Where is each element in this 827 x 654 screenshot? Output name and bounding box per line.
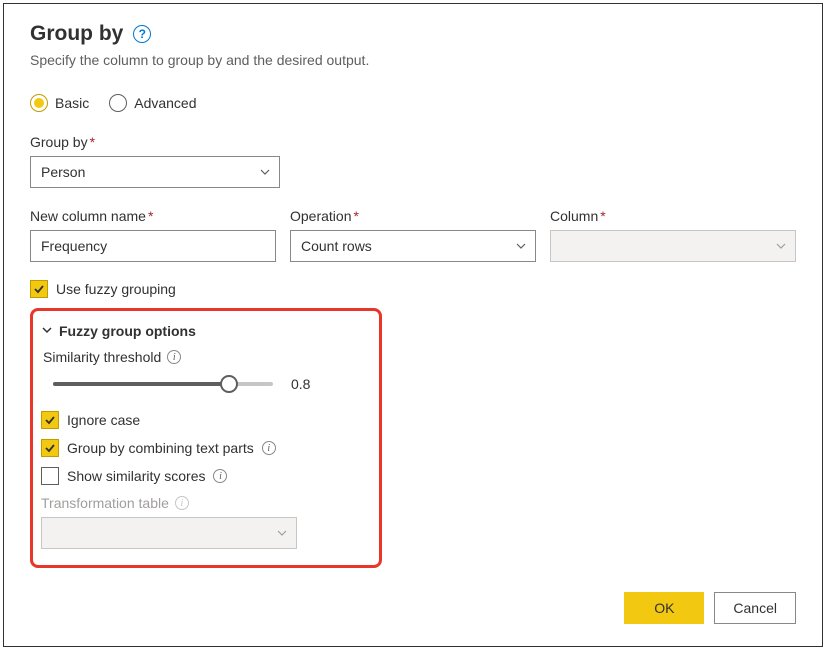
ignore-case-label: Ignore case bbox=[67, 412, 140, 428]
group-by-dialog: Group by ? Specify the column to group b… bbox=[3, 3, 823, 647]
dialog-header: Group by ? bbox=[30, 22, 796, 46]
fuzzy-options-header[interactable]: Fuzzy group options bbox=[41, 323, 367, 339]
dialog-description: Specify the column to group by and the d… bbox=[30, 52, 796, 68]
check-icon bbox=[44, 414, 56, 426]
show-scores-label: Show similarity scores bbox=[67, 468, 205, 484]
help-icon[interactable]: ? bbox=[133, 25, 151, 43]
operation-field: Operation* Count rows bbox=[290, 208, 536, 262]
similarity-threshold-label: Similarity threshold bbox=[43, 349, 161, 365]
chevron-down-icon bbox=[276, 527, 288, 539]
dialog-footer: OK Cancel bbox=[624, 592, 796, 624]
slider-thumb[interactable] bbox=[220, 375, 238, 393]
cancel-button-label: Cancel bbox=[733, 600, 777, 616]
info-icon[interactable]: i bbox=[213, 469, 227, 483]
slider-fill bbox=[53, 382, 229, 386]
cancel-button[interactable]: Cancel bbox=[714, 592, 796, 624]
transform-table-label: Transformation table bbox=[41, 495, 169, 511]
dialog-title: Group by bbox=[30, 22, 123, 46]
radio-basic-label: Basic bbox=[55, 95, 89, 111]
check-icon bbox=[33, 283, 45, 295]
new-column-label-text: New column name bbox=[30, 208, 146, 224]
operation-label: Operation* bbox=[290, 208, 536, 224]
show-scores-row: Show similarity scores i bbox=[41, 467, 367, 485]
required-asterisk: * bbox=[148, 208, 153, 224]
column-field: Column* bbox=[550, 208, 796, 262]
similarity-slider-row: 0.8 bbox=[53, 375, 367, 393]
show-scores-checkbox[interactable] bbox=[41, 467, 59, 485]
column-label: Column* bbox=[550, 208, 796, 224]
operation-label-text: Operation bbox=[290, 208, 351, 224]
radio-advanced-label: Advanced bbox=[134, 95, 196, 111]
aggregation-row: New column name* Frequency Operation* Co… bbox=[30, 208, 796, 262]
info-icon[interactable]: i bbox=[262, 441, 276, 455]
similarity-value: 0.8 bbox=[291, 376, 310, 392]
chevron-down-icon bbox=[259, 166, 271, 178]
radio-basic[interactable]: Basic bbox=[30, 94, 89, 112]
transform-table-label-row: Transformation table i bbox=[41, 495, 367, 511]
similarity-slider[interactable] bbox=[53, 375, 273, 393]
use-fuzzy-row: Use fuzzy grouping bbox=[30, 280, 796, 298]
new-column-input[interactable]: Frequency bbox=[30, 230, 276, 262]
transform-table-select bbox=[41, 517, 297, 549]
column-label-text: Column bbox=[550, 208, 598, 224]
fuzzy-options-title: Fuzzy group options bbox=[59, 323, 196, 339]
combine-text-checkbox[interactable] bbox=[41, 439, 59, 457]
fuzzy-options-highlight: Fuzzy group options Similarity threshold… bbox=[30, 308, 382, 568]
new-column-label: New column name* bbox=[30, 208, 276, 224]
required-asterisk: * bbox=[90, 134, 95, 150]
use-fuzzy-checkbox[interactable] bbox=[30, 280, 48, 298]
ignore-case-row: Ignore case bbox=[41, 411, 367, 429]
use-fuzzy-label: Use fuzzy grouping bbox=[56, 281, 176, 297]
chevron-down-icon bbox=[775, 240, 787, 252]
operation-select[interactable]: Count rows bbox=[290, 230, 536, 262]
radio-advanced[interactable]: Advanced bbox=[109, 94, 196, 112]
ok-button-label: OK bbox=[654, 600, 674, 616]
combine-text-row: Group by combining text parts i bbox=[41, 439, 367, 457]
radio-dot-icon bbox=[30, 94, 48, 112]
chevron-down-icon bbox=[515, 240, 527, 252]
info-icon[interactable]: i bbox=[167, 350, 181, 364]
info-icon: i bbox=[175, 496, 189, 510]
similarity-threshold-label-row: Similarity threshold i bbox=[43, 349, 367, 365]
new-column-value: Frequency bbox=[41, 238, 107, 254]
group-by-select[interactable]: Person bbox=[30, 156, 280, 188]
ignore-case-checkbox[interactable] bbox=[41, 411, 59, 429]
group-by-label: Group by* bbox=[30, 134, 280, 150]
radio-dot-icon bbox=[109, 94, 127, 112]
group-by-value: Person bbox=[41, 164, 85, 180]
combine-text-label: Group by combining text parts bbox=[67, 440, 254, 456]
new-column-field: New column name* Frequency bbox=[30, 208, 276, 262]
ok-button[interactable]: OK bbox=[624, 592, 704, 624]
group-by-label-text: Group by bbox=[30, 134, 88, 150]
column-select bbox=[550, 230, 796, 262]
group-by-field: Group by* Person bbox=[30, 134, 280, 188]
mode-radio-group: Basic Advanced bbox=[30, 94, 796, 112]
required-asterisk: * bbox=[600, 208, 605, 224]
required-asterisk: * bbox=[353, 208, 358, 224]
check-icon bbox=[44, 442, 56, 454]
operation-value: Count rows bbox=[301, 238, 372, 254]
chevron-down-icon bbox=[41, 323, 53, 339]
